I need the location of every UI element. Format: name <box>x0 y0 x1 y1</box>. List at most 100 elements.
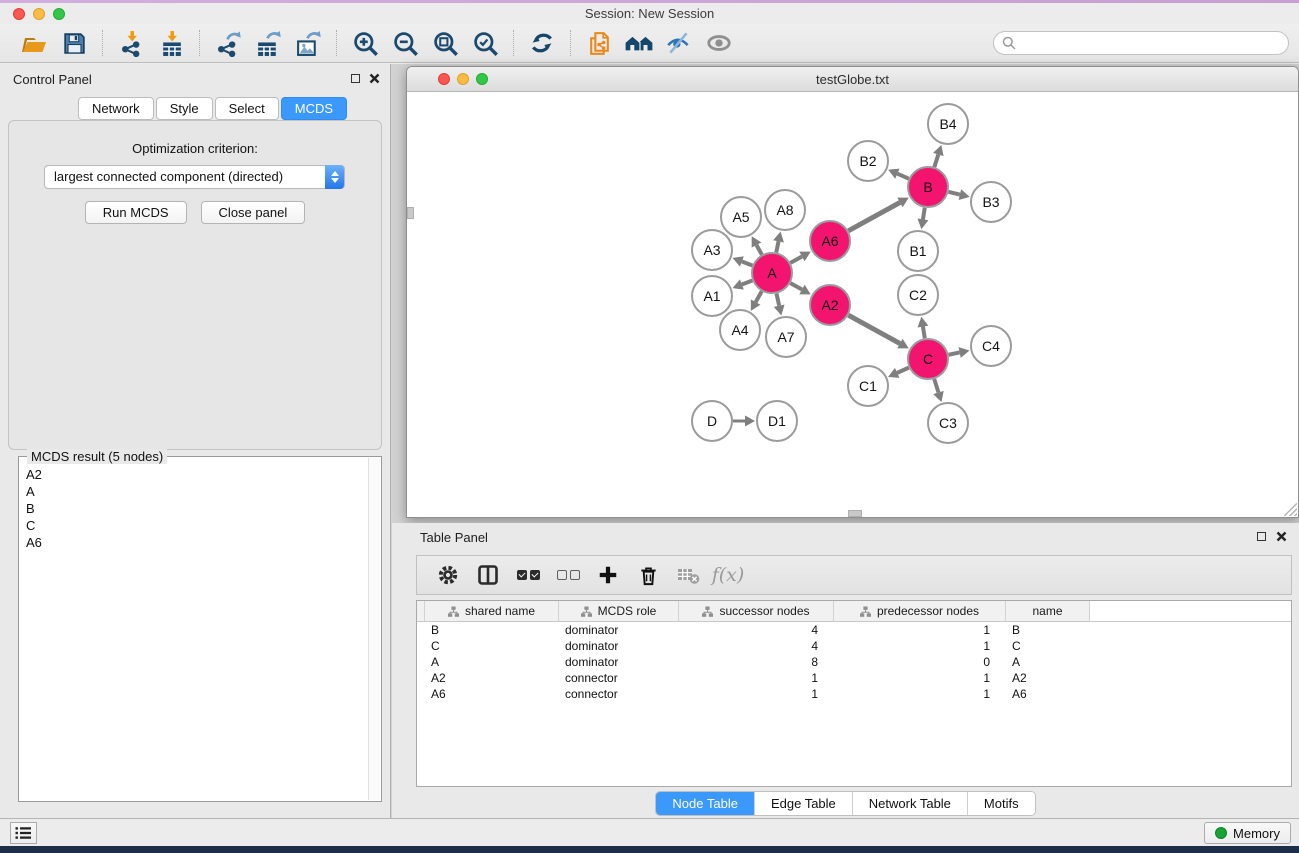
zoom-in-icon[interactable] <box>345 27 385 59</box>
network-graph[interactable]: B4B2BB3A5A8A6A3B1AA1C2A2A4A7C4CC1C3DD1 <box>407 92 1298 517</box>
export-image-icon[interactable] <box>288 27 328 59</box>
delete-column-trash-icon[interactable] <box>631 559 665 591</box>
tab-style[interactable]: Style <box>156 97 213 120</box>
table-cell[interactable]: dominator <box>559 622 679 638</box>
network-window-titlebar[interactable]: testGlobe.txt <box>407 67 1298 92</box>
graph-edge[interactable] <box>897 174 908 179</box>
table-cell[interactable]: C <box>1006 638 1090 654</box>
table-cell[interactable]: 1 <box>834 622 1006 638</box>
mcds-result-item[interactable]: A <box>20 483 368 500</box>
minimize-window-button[interactable] <box>33 8 45 20</box>
import-network-icon[interactable] <box>111 27 151 59</box>
memory-button[interactable]: Memory <box>1204 822 1291 844</box>
graph-edge[interactable] <box>848 315 900 343</box>
canvas-vertical-scrollbar[interactable] <box>407 207 414 219</box>
search-input[interactable] <box>993 31 1289 55</box>
window-resize-grip[interactable] <box>1284 503 1297 516</box>
show-column-icon[interactable] <box>471 559 505 591</box>
tab-edge-table[interactable]: Edge Table <box>755 792 853 815</box>
graph-edge[interactable] <box>742 261 753 265</box>
graph-edge[interactable] <box>776 294 779 306</box>
hide-graphics-details-icon[interactable] <box>699 27 739 59</box>
table-cell[interactable]: B <box>1006 622 1090 638</box>
import-table-icon[interactable] <box>151 27 191 59</box>
table-cell[interactable]: 8 <box>679 654 834 670</box>
tab-network-table[interactable]: Network Table <box>853 792 968 815</box>
zoom-window-button[interactable] <box>53 8 65 20</box>
tab-network[interactable]: Network <box>78 97 154 120</box>
table-cell[interactable]: A <box>425 654 559 670</box>
table-cell[interactable]: 1 <box>679 686 834 702</box>
zoom-fit-icon[interactable] <box>425 27 465 59</box>
float-panel-icon[interactable] <box>351 74 360 83</box>
mcds-result-item[interactable]: A2 <box>20 466 368 483</box>
table-row[interactable]: Adominator80A <box>417 654 1291 670</box>
graph-edge[interactable] <box>790 256 802 262</box>
column-header-predecessor-nodes[interactable]: predecessor nodes <box>834 601 1006 621</box>
show-graphics-details-icon[interactable] <box>659 27 699 59</box>
table-row[interactable]: Cdominator41C <box>417 638 1291 654</box>
graph-edge[interactable] <box>923 327 925 339</box>
table-cell[interactable]: 1 <box>679 670 834 686</box>
tab-node-table[interactable]: Node Table <box>656 792 755 815</box>
graph-edge[interactable] <box>897 368 909 373</box>
network-zoom-button[interactable] <box>476 73 488 85</box>
select-all-columns-icon[interactable] <box>511 559 545 591</box>
function-builder-icon[interactable]: f(x) <box>711 559 745 591</box>
mcds-result-item[interactable]: C <box>20 517 368 534</box>
refresh-icon[interactable] <box>522 27 562 59</box>
tab-select[interactable]: Select <box>215 97 279 120</box>
table-settings-gear-icon[interactable] <box>431 559 465 591</box>
window-titlebar[interactable]: Session: New Session <box>0 3 1299 24</box>
table-cell[interactable]: connector <box>559 670 679 686</box>
table-cell[interactable]: 4 <box>679 638 834 654</box>
open-session-icon[interactable] <box>14 27 54 59</box>
optimization-criterion-dropdown[interactable]: largest connected component (directed) <box>44 165 345 189</box>
export-table-icon[interactable] <box>248 27 288 59</box>
delete-table-icon[interactable] <box>671 559 705 591</box>
graph-edge[interactable] <box>948 192 959 195</box>
column-header-MCDS-role[interactable]: MCDS role <box>559 601 679 621</box>
close-window-button[interactable] <box>13 8 25 20</box>
table-cell[interactable]: dominator <box>559 654 679 670</box>
table-cell[interactable]: 1 <box>834 638 1006 654</box>
mcds-result-item[interactable]: B <box>20 500 368 517</box>
task-history-button[interactable] <box>10 822 37 844</box>
network-canvas[interactable]: B4B2BB3A5A8A6A3B1AA1C2A2A4A7C4CC1C3DD1 <box>407 92 1298 517</box>
save-session-icon[interactable] <box>54 27 94 59</box>
close-panel-button[interactable]: Close panel <box>201 201 306 224</box>
table-cell[interactable]: 4 <box>679 622 834 638</box>
zoom-out-icon[interactable] <box>385 27 425 59</box>
run-mcds-button[interactable]: Run MCDS <box>85 201 187 224</box>
unselect-all-columns-icon[interactable] <box>551 559 585 591</box>
close-table-panel-icon[interactable] <box>1276 531 1287 542</box>
graph-edge[interactable] <box>756 245 761 255</box>
export-network-icon[interactable] <box>208 27 248 59</box>
table-cell[interactable]: 1 <box>834 670 1006 686</box>
column-header-successor-nodes[interactable]: successor nodes <box>679 601 834 621</box>
table-cell[interactable]: B <box>425 622 559 638</box>
graph-edge[interactable] <box>756 291 762 302</box>
add-column-icon[interactable] <box>591 559 625 591</box>
table-cell[interactable]: 0 <box>834 654 1006 670</box>
graph-edge[interactable] <box>790 283 802 289</box>
table-cell[interactable]: A2 <box>425 670 559 686</box>
canvas-horizontal-scrollbar[interactable] <box>848 510 862 517</box>
graph-edge[interactable] <box>776 241 778 252</box>
table-row[interactable]: A6connector11A6 <box>417 686 1291 702</box>
table-row[interactable]: A2connector11A2 <box>417 670 1291 686</box>
close-panel-icon[interactable] <box>369 73 380 84</box>
table-cell[interactable]: connector <box>559 686 679 702</box>
graph-edge[interactable] <box>923 208 925 220</box>
network-close-button[interactable] <box>438 73 450 85</box>
tab-mcds[interactable]: MCDS <box>281 97 347 120</box>
zoom-selected-icon[interactable] <box>465 27 505 59</box>
clone-network-icon[interactable] <box>579 27 619 59</box>
graph-edge[interactable] <box>934 154 938 166</box>
network-minimize-button[interactable] <box>457 73 469 85</box>
table-cell[interactable]: dominator <box>559 638 679 654</box>
table-cell[interactable]: A6 <box>425 686 559 702</box>
mcds-result-item[interactable]: A6 <box>20 534 368 551</box>
column-header-shared-name[interactable]: shared name <box>425 601 559 621</box>
table-cell[interactable]: 1 <box>834 686 1006 702</box>
